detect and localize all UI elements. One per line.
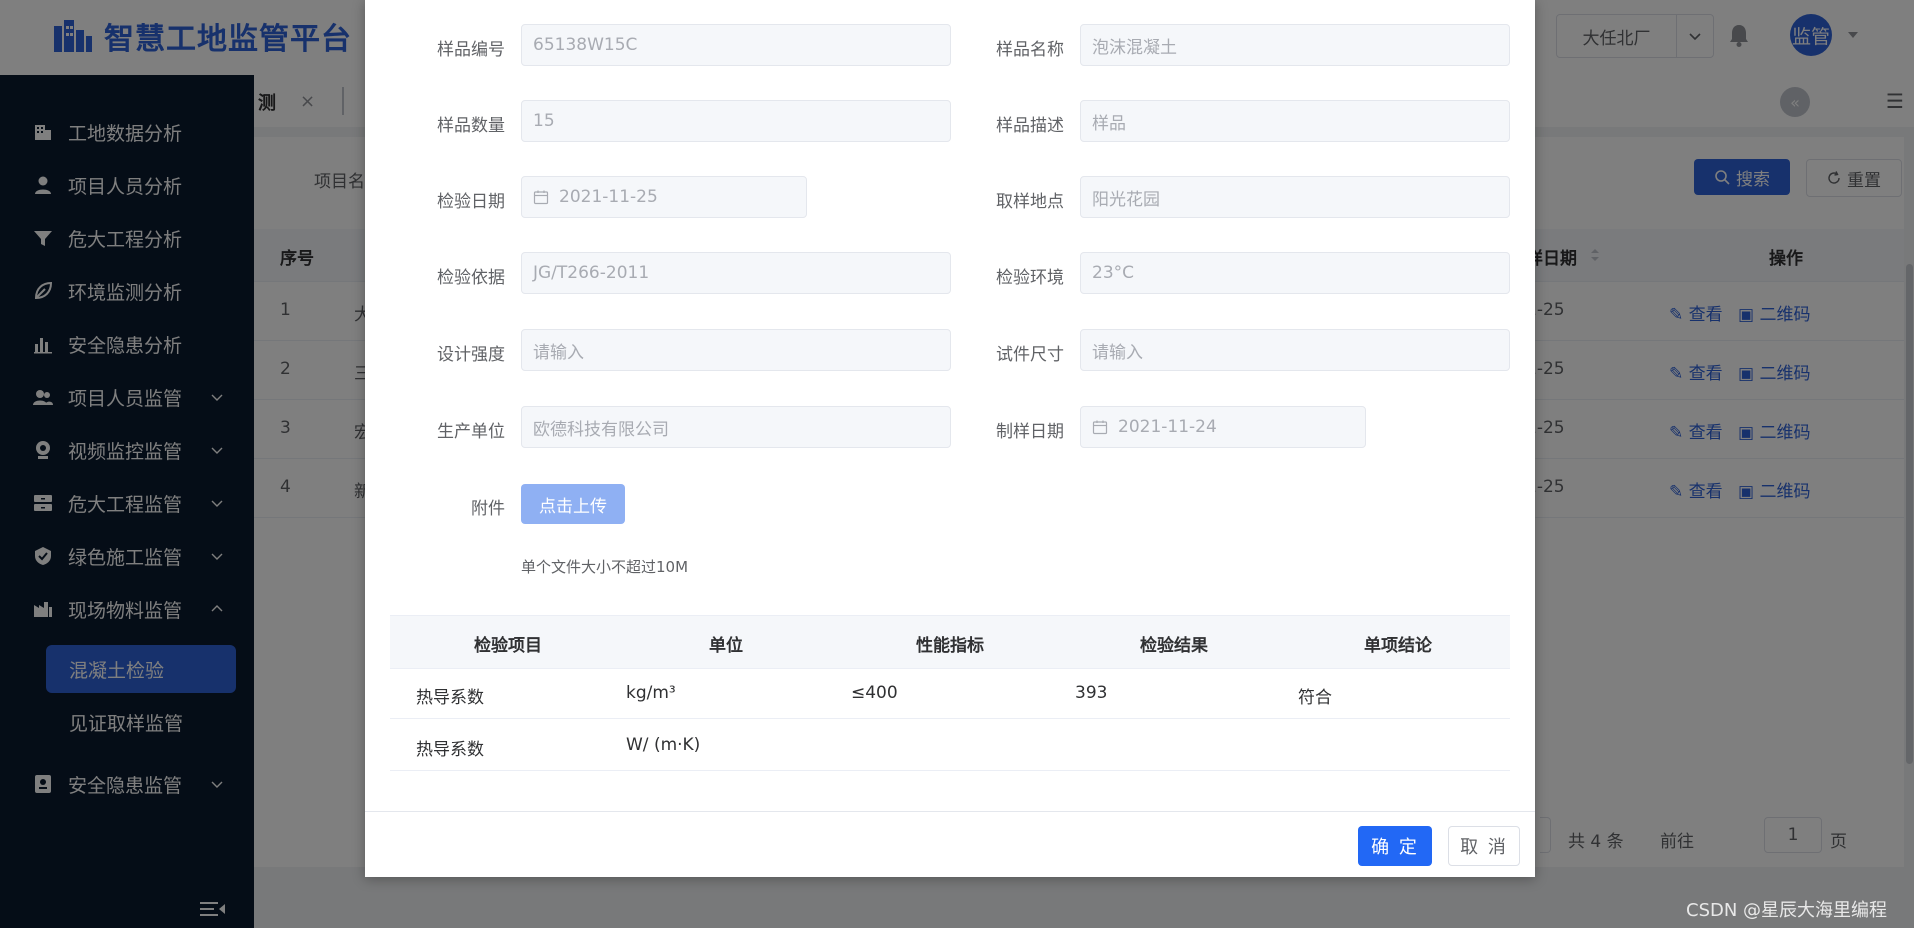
confirm-button[interactable]: 确 定 <box>1358 826 1432 866</box>
cell-unit: kg/m³ <box>626 683 676 703</box>
sample-qty-label: 样品数量 <box>437 116 505 136</box>
column-header-result: 检验结果 <box>1140 636 1208 656</box>
make-date-value: 2021-11-24 <box>1118 417 1217 437</box>
calendar-icon <box>1092 420 1108 435</box>
cell-result: 393 <box>1075 683 1108 703</box>
inspect-basis-label: 检验依据 <box>437 268 505 288</box>
cell-item: 热导系数 <box>416 740 484 760</box>
inspection-table-header: 检验项目 单位 性能指标 检验结果 单项结论 <box>390 615 1510 669</box>
sample-location-label: 取样地点 <box>996 192 1064 212</box>
inspect-date-value: 2021-11-25 <box>559 187 658 207</box>
sample-desc-label: 样品描述 <box>996 116 1064 136</box>
watermark: CSDN @星辰大海里编程 <box>1686 900 1888 921</box>
sample-no-label: 样品编号 <box>437 40 505 60</box>
inspect-env-label: 检验环境 <box>996 268 1064 288</box>
inspect-date-label: 检验日期 <box>437 192 505 212</box>
design-strength-label: 设计强度 <box>437 345 505 365</box>
inspect-basis-field[interactable]: JG/T266-2011 <box>521 252 951 294</box>
make-date-label: 制样日期 <box>996 422 1064 442</box>
cancel-button[interactable]: 取 消 <box>1448 826 1520 866</box>
make-date-picker[interactable]: 2021-11-24 <box>1080 406 1366 448</box>
specimen-size-label: 试件尺寸 <box>996 345 1064 365</box>
cell-spec: ≤400 <box>851 683 898 703</box>
sample-desc-field[interactable]: 样品 <box>1080 100 1510 142</box>
manufacturer-label: 生产单位 <box>437 422 505 442</box>
sample-name-field[interactable]: 泡沫混凝土 <box>1080 24 1510 66</box>
specimen-size-field[interactable]: 请输入 <box>1080 329 1510 371</box>
column-header-conclusion: 单项结论 <box>1364 636 1432 656</box>
inspect-date-picker[interactable]: 2021-11-25 <box>521 176 807 218</box>
sample-detail-dialog: 样品编号 65138W15C 样品名称 泡沫混凝土 样品数量 15 样品描述 样… <box>365 0 1535 877</box>
column-header-unit: 单位 <box>709 636 743 656</box>
cell-conclusion: 符合 <box>1298 688 1332 708</box>
table-row: 热导系数 W/ (m·K) <box>390 719 1510 771</box>
cell-item: 热导系数 <box>416 688 484 708</box>
column-header-spec: 性能指标 <box>916 636 984 656</box>
sample-location-field[interactable]: 阳光花园 <box>1080 176 1510 218</box>
column-header-item: 检验项目 <box>474 636 542 656</box>
sample-qty-field[interactable]: 15 <box>521 100 951 142</box>
dialog-footer: 确 定 取 消 <box>365 811 1535 878</box>
manufacturer-field[interactable]: 欧德科技有限公司 <box>521 406 951 448</box>
attachment-label: 附件 <box>471 499 505 519</box>
sample-name-label: 样品名称 <box>996 40 1064 60</box>
design-strength-field[interactable]: 请输入 <box>521 329 951 371</box>
calendar-icon <box>533 190 549 205</box>
inspect-env-field[interactable]: 23°C <box>1080 252 1510 294</box>
sample-no-field[interactable]: 65138W15C <box>521 24 951 66</box>
table-row: 热导系数 kg/m³ ≤400 393 符合 <box>390 667 1510 719</box>
cell-unit: W/ (m·K) <box>626 735 701 755</box>
upload-button[interactable]: 点击上传 <box>521 484 625 524</box>
upload-tip: 单个文件大小不超过10M <box>521 558 689 576</box>
